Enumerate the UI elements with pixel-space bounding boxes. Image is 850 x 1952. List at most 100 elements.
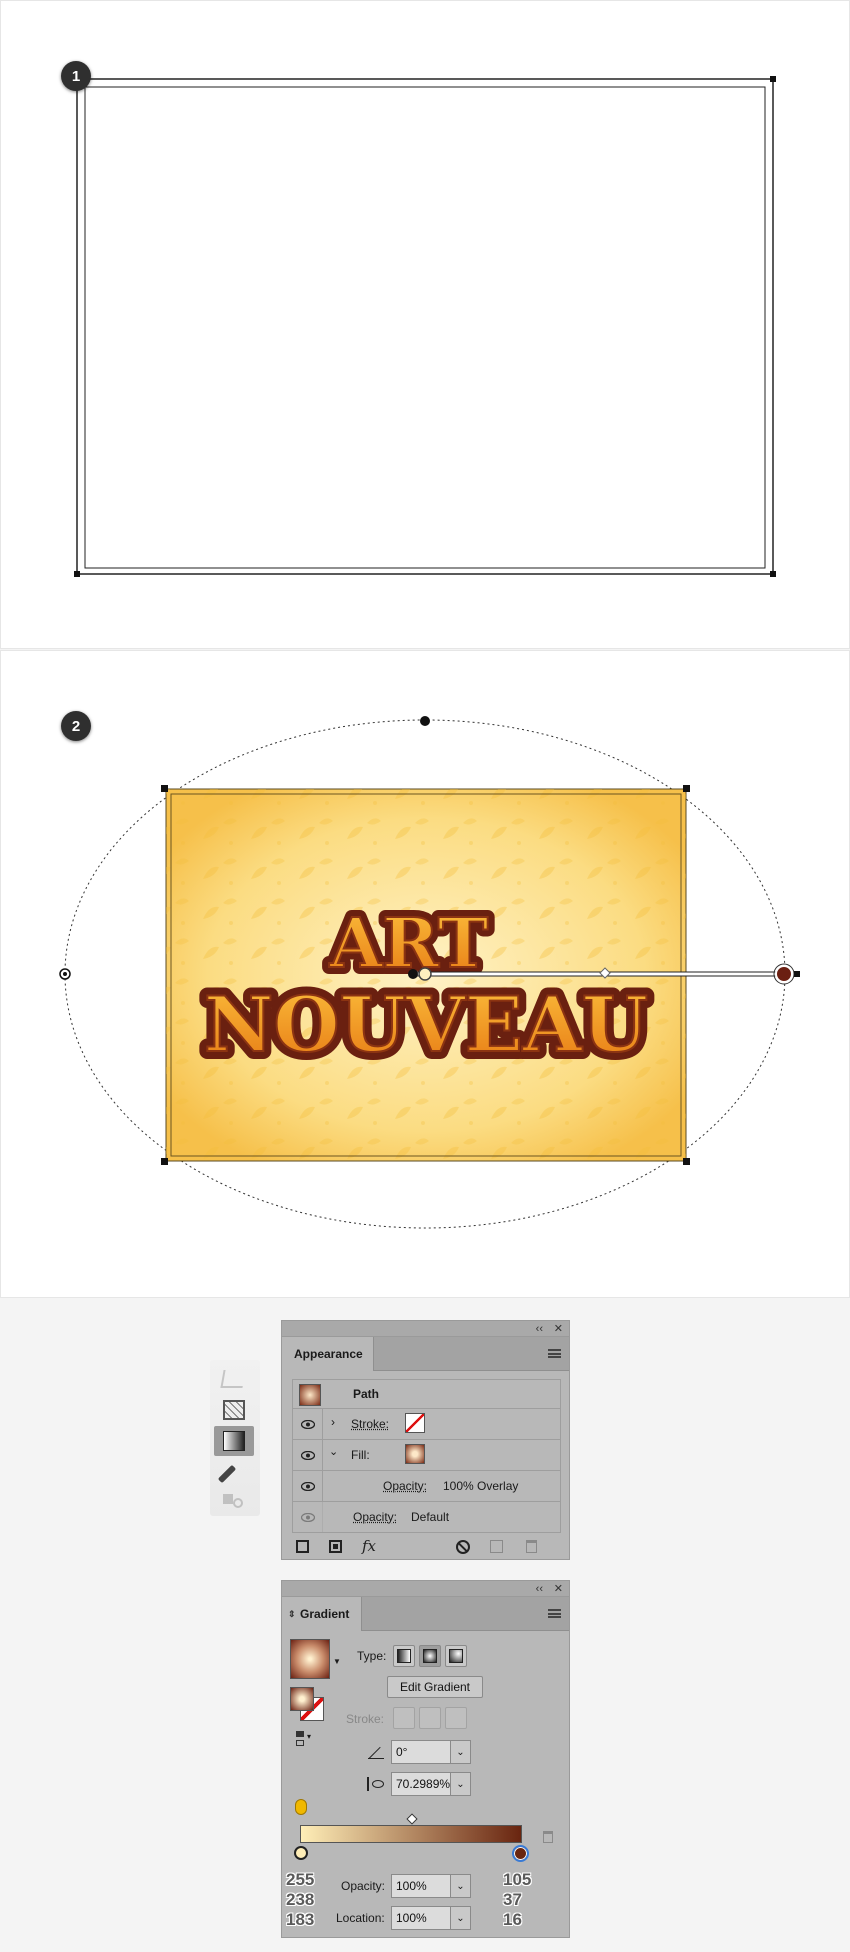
close-icon[interactable]: ✕ [554,1322,563,1336]
appearance-panel: ‹‹ ✕ Appearance Path › Stroke: ⌄ Fill: O… [281,1320,570,1560]
perspective-grid-icon[interactable] [220,1370,246,1388]
opacity-label: Opacity: [341,1879,386,1893]
fill-swatch[interactable] [290,1687,314,1711]
tools-strip [210,1360,260,1516]
stroke-across-button[interactable] [445,1707,467,1729]
gradient-stop-start[interactable] [294,1846,308,1860]
outer-rectangle [76,78,774,575]
location-label: Location: [336,1911,385,1925]
tab-arrows-icon: ⇕ [288,1609,296,1619]
anchor-top-right [770,76,776,82]
gradient-slider[interactable] [300,1825,522,1843]
object-label: Path [353,1387,380,1401]
chevron-down-icon: ⌄ [456,1912,465,1924]
step-badge-1: 1 [61,61,91,91]
ellipse-handle-top [420,716,430,726]
gradient-end-handle [794,971,800,977]
eye-icon[interactable] [293,1409,323,1439]
linear-gradient-button[interactable] [393,1645,415,1667]
chevron-right-icon[interactable]: › [331,1415,335,1429]
fill-label[interactable]: Fill: [351,1448,370,1462]
fill-gradient-swatch[interactable] [405,1444,425,1464]
step-2-artboard: ART ART NOUVEAU NOUVEAU [59,716,800,1229]
stroke-row[interactable]: › Stroke: [292,1409,561,1440]
radial-gradient-button[interactable] [419,1645,441,1667]
end-rgb-b: 16 [503,1910,522,1929]
angle-field[interactable]: 0° [391,1740,451,1764]
fill-opacity-row[interactable]: Opacity: 100% Overlay [292,1471,561,1502]
stroke-label[interactable]: Stroke: [351,1417,389,1431]
delete-item-icon[interactable] [526,1540,537,1553]
panel-menu-icon[interactable] [548,1349,561,1358]
chevron-down-icon: ⌄ [456,1778,465,1790]
collapse-icon[interactable]: ‹‹ [536,1322,543,1336]
chevron-down-icon: ⌄ [456,1746,465,1758]
stroke-within-button[interactable] [393,1707,415,1729]
chevron-down-icon: ⌄ [456,1880,465,1892]
freeform-gradient-button[interactable] [445,1645,467,1667]
gradient-stop-start [418,967,432,981]
gradient-stroke-options-icon[interactable]: ▾ [296,1731,316,1747]
gradient-icon[interactable] [214,1426,254,1456]
inner-rectangle [84,86,766,569]
eye-icon[interactable] [293,1440,323,1470]
end-rgb-g: 37 [503,1890,522,1909]
step-badge-2: 2 [61,711,91,741]
path-row[interactable]: Path [292,1379,561,1409]
eyedropper-icon[interactable] [217,1464,237,1484]
step-1-panel: 1 [0,0,850,649]
aspect-ratio-field[interactable]: 70.2989% [391,1772,451,1796]
anchor-bottom-right [770,571,776,577]
fill-row[interactable]: ⌄ Fill: [292,1440,561,1471]
aspect-ratio-dropdown[interactable]: ⌄ [451,1772,471,1796]
add-stroke-icon[interactable] [296,1540,309,1553]
gradient-origin-handle [408,969,418,979]
end-rgb-r: 105 [503,1870,532,1889]
opacity-field[interactable]: 100% [391,1874,451,1898]
stroke-label: Stroke: [346,1712,385,1726]
clear-appearance-icon[interactable] [456,1540,470,1554]
fill-opacity-value: 100% Overlay [443,1479,519,1493]
eye-icon[interactable] [293,1502,323,1532]
opacity-row[interactable]: Opacity: Default [292,1502,561,1533]
stroke-along-button[interactable] [419,1707,441,1729]
start-rgb-b: 183 [286,1910,315,1929]
opacity-value: Default [411,1510,450,1524]
appearance-footer: fx [282,1535,569,1559]
reverse-gradient-icon[interactable] [295,1799,307,1815]
start-rgb-r: 255 [286,1870,315,1889]
tab-gradient-label: Gradient [300,1607,350,1621]
panel-menu-icon[interactable] [548,1609,561,1618]
gradient-stop-end[interactable] [512,1845,529,1862]
step-1-artboard [74,76,776,577]
edit-gradient-button[interactable]: Edit Gradient [387,1676,483,1698]
gradient-preview-dropdown-icon[interactable]: ▼ [333,1657,341,1666]
aspect-ratio-icon [367,1777,385,1791]
collapse-icon[interactable]: ‹‹ [536,1582,543,1596]
add-fill-icon[interactable] [329,1540,342,1553]
chevron-down-icon[interactable]: ⌄ [329,1445,338,1458]
opacity-dropdown[interactable]: ⌄ [451,1874,471,1898]
step-2-panel: ART ART NOUVEAU NOUVEAU 2 [0,650,850,1298]
stroke-none-swatch[interactable] [405,1413,425,1433]
tab-appearance[interactable]: Appearance [282,1337,374,1371]
gradient-stop-end [775,965,793,983]
eye-icon[interactable] [293,1471,323,1501]
start-rgb-g: 238 [286,1890,315,1909]
shape-builder-icon[interactable] [223,1494,245,1508]
opacity-label[interactable]: Opacity: [353,1510,397,1524]
close-icon[interactable]: ✕ [554,1582,563,1596]
delete-stop-icon[interactable] [543,1831,553,1843]
location-field[interactable]: 100% [391,1906,451,1930]
gradient-preview[interactable] [290,1639,330,1679]
nouveau-text: NOUVEAU [204,980,648,1069]
duplicate-item-icon[interactable] [490,1540,503,1553]
tab-gradient[interactable]: ⇕ Gradient [282,1597,362,1631]
angle-dropdown[interactable]: ⌄ [451,1740,471,1764]
gradient-panel: ‹‹ ✕ ⇕ Gradient ▼ ▾ Type: Edit Gradient … [281,1580,570,1938]
fx-icon[interactable]: fx [362,1537,376,1555]
gradient-midpoint-diamond[interactable] [406,1813,418,1825]
mesh-icon[interactable] [223,1400,245,1420]
fill-opacity-label[interactable]: Opacity: [383,1479,427,1493]
location-dropdown[interactable]: ⌄ [451,1906,471,1930]
